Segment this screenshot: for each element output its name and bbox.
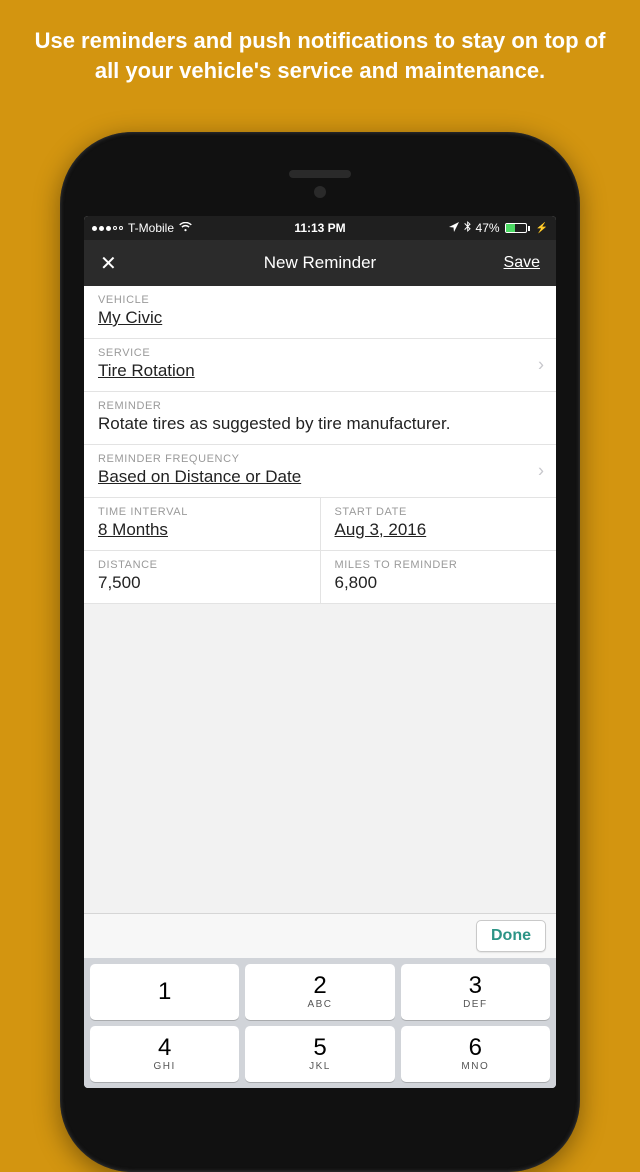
start-date-row[interactable]: START DATE Aug 3, 2016	[321, 498, 557, 551]
key-5[interactable]: 5 JKL	[245, 1026, 394, 1082]
key-1[interactable]: 1	[90, 964, 239, 1020]
service-value: Tire Rotation	[98, 361, 542, 381]
vehicle-row[interactable]: VEHICLE My Civic	[84, 286, 556, 339]
carrier-label: T-Mobile	[128, 221, 174, 235]
content-background	[84, 604, 556, 913]
charging-icon: ⚡	[536, 223, 548, 234]
vehicle-label: VEHICLE	[98, 294, 542, 306]
reminder-text-row[interactable]: REMINDER Rotate tires as suggested by ti…	[84, 392, 556, 445]
key-letters: ABC	[307, 999, 332, 1010]
time-interval-label: TIME INTERVAL	[98, 506, 306, 518]
key-letters: JKL	[309, 1061, 331, 1072]
frequency-value: Based on Distance or Date	[98, 467, 542, 487]
service-label: SERVICE	[98, 347, 542, 359]
key-digit: 5	[313, 1036, 326, 1060]
vehicle-value: My Civic	[98, 308, 542, 328]
time-interval-value: 8 Months	[98, 520, 306, 540]
key-4[interactable]: 4 GHI	[90, 1026, 239, 1082]
key-6[interactable]: 6 MNO	[401, 1026, 550, 1082]
battery-percent: 47%	[476, 221, 500, 235]
key-digit: 2	[313, 974, 326, 998]
status-bar: T-Mobile 11:13 PM 47% ⚡	[84, 216, 556, 240]
nav-bar: ✕ New Reminder Save	[84, 240, 556, 286]
key-letters: MNO	[461, 1061, 489, 1072]
service-row[interactable]: SERVICE Tire Rotation ›	[84, 339, 556, 392]
miles-to-reminder-label: MILES TO REMINDER	[335, 559, 543, 571]
screen: T-Mobile 11:13 PM 47% ⚡	[84, 216, 556, 1088]
battery-icon	[505, 223, 530, 233]
reminder-label: REMINDER	[98, 400, 542, 412]
key-letters: DEF	[463, 999, 488, 1010]
chevron-right-icon: ›	[538, 355, 544, 376]
key-digit: 1	[158, 980, 171, 1004]
save-button[interactable]: Save	[504, 254, 540, 272]
distance-row[interactable]: DISTANCE 7,500	[84, 551, 321, 604]
page-title: New Reminder	[264, 253, 376, 273]
miles-to-reminder-row[interactable]: MILES TO REMINDER 6,800	[321, 551, 557, 604]
miles-to-reminder-value: 6,800	[335, 573, 543, 593]
keyboard-toolbar: Done	[84, 913, 556, 958]
device-frame: T-Mobile 11:13 PM 47% ⚡	[60, 132, 580, 1172]
time-interval-row[interactable]: TIME INTERVAL 8 Months	[84, 498, 321, 551]
done-button[interactable]: Done	[476, 920, 546, 952]
start-date-value: Aug 3, 2016	[335, 520, 543, 540]
promo-headline: Use reminders and push notifications to …	[0, 0, 640, 85]
key-digit: 3	[469, 974, 482, 998]
distance-value: 7,500	[98, 573, 306, 593]
reminder-value: Rotate tires as suggested by tire manufa…	[98, 414, 542, 434]
location-icon	[449, 222, 459, 235]
reminder-form: VEHICLE My Civic SERVICE Tire Rotation ›…	[84, 286, 556, 604]
bluetooth-icon	[464, 221, 471, 235]
key-digit: 6	[469, 1036, 482, 1060]
chevron-right-icon: ›	[538, 461, 544, 482]
key-digit: 4	[158, 1036, 171, 1060]
clock: 11:13 PM	[294, 221, 345, 235]
key-letters: GHI	[154, 1061, 176, 1072]
distance-label: DISTANCE	[98, 559, 306, 571]
key-2[interactable]: 2 ABC	[245, 964, 394, 1020]
numeric-keypad: 1 2 ABC 3 DEF 4 GHI 5 JKL 6 MNO	[84, 958, 556, 1088]
signal-dots-icon	[92, 226, 123, 231]
frequency-row[interactable]: REMINDER FREQUENCY Based on Distance or …	[84, 445, 556, 498]
key-3[interactable]: 3 DEF	[401, 964, 550, 1020]
frequency-label: REMINDER FREQUENCY	[98, 453, 542, 465]
wifi-icon	[179, 222, 192, 235]
close-button[interactable]: ✕	[100, 251, 117, 276]
start-date-label: START DATE	[335, 506, 543, 518]
